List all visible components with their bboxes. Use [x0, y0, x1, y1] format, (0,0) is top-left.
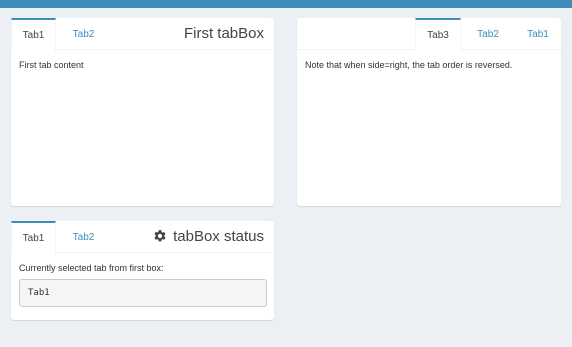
- status-tabbox-title: tabBox status: [173, 228, 264, 245]
- selected-tab-output: Tab1: [19, 279, 267, 307]
- second-tabbox-body: Note that when side=right, the tab order…: [297, 50, 561, 80]
- gear-icon: [154, 230, 166, 242]
- tab-tab3[interactable]: Tab3: [415, 18, 461, 51]
- header-bar: [0, 0, 572, 8]
- tab-tab1[interactable]: Tab1: [11, 221, 56, 254]
- tab-content-text: First tab content: [19, 60, 84, 70]
- tab-content-text: Note that when side=right, the tab order…: [305, 60, 513, 70]
- tab-tab2[interactable]: Tab2: [61, 221, 106, 253]
- first-tabbox-header: Tab1 Tab2 First tabBox: [11, 18, 274, 51]
- status-label: Currently selected tab from first box:: [19, 263, 164, 273]
- first-tabbox: Tab1 Tab2 First tabBox First tab content: [11, 18, 274, 206]
- tab-tab1[interactable]: Tab1: [515, 18, 561, 50]
- second-tabbox-header: Tab3 Tab2 Tab1: [297, 18, 561, 51]
- first-tabbox-body: First tab content: [11, 50, 274, 80]
- tab-tab2[interactable]: Tab2: [61, 18, 106, 50]
- second-tabbox: Tab3 Tab2 Tab1 Note that when side=right…: [297, 18, 561, 206]
- tab-tab1[interactable]: Tab1: [11, 18, 56, 51]
- first-tabbox-title: First tabBox: [183, 25, 264, 42]
- tab-tab2[interactable]: Tab2: [465, 18, 511, 50]
- status-tabbox-header: Tab1 Tab2 tabBox status: [11, 221, 274, 254]
- status-tabbox: Tab1 Tab2 tabBox status Currently select…: [11, 221, 274, 320]
- status-tabbox-body: Currently selected tab from first box: T…: [11, 253, 274, 317]
- status-tabbox-title-wrap: tabBox status: [153, 221, 264, 253]
